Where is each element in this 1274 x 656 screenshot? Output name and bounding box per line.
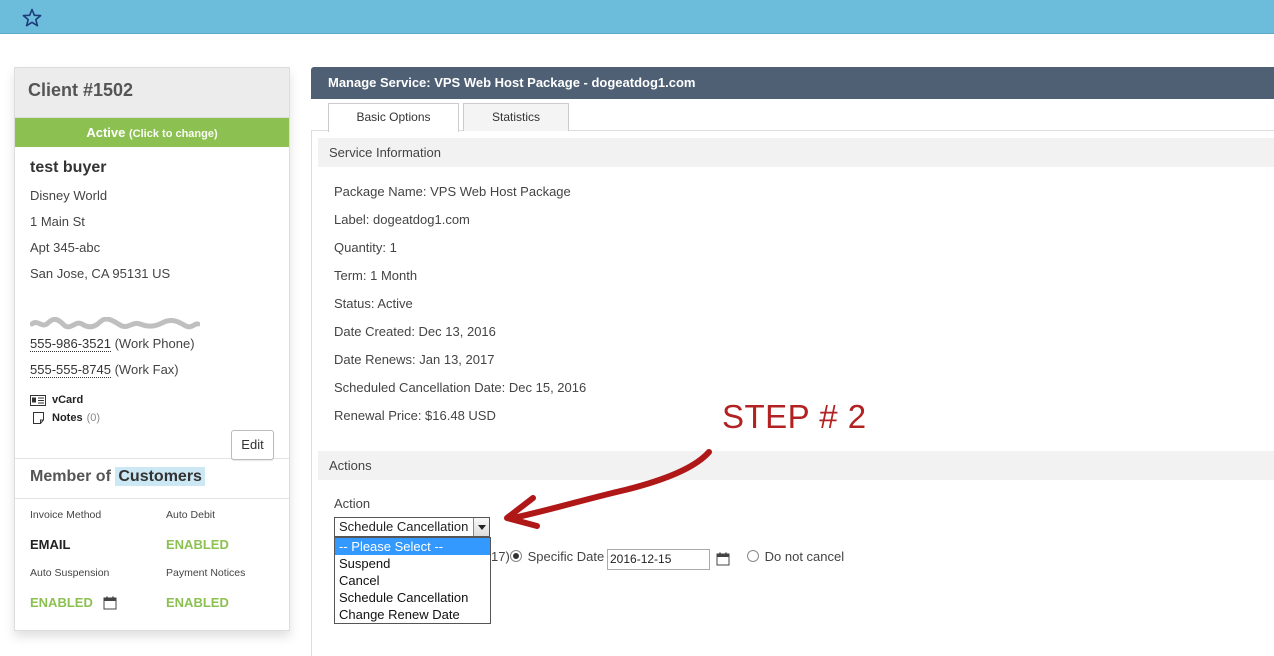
redacted-email <box>30 317 200 331</box>
action-selected-value: Schedule Cancellation <box>339 519 469 534</box>
client-status-toggle[interactable]: Active (Click to change) <box>15 118 289 147</box>
member-prefix: Member of <box>30 468 111 485</box>
action-label: Action <box>334 496 371 511</box>
billing-props: Invoice Method Auto Debit EMAIL ENABLED … <box>15 499 289 625</box>
client-links: vCard Notes (0) <box>30 391 274 427</box>
info-label: Label: dogeatdog1.com <box>334 212 470 227</box>
address-line: Apt 345-abc <box>30 240 101 255</box>
notes-link[interactable]: Notes (0) <box>30 409 274 427</box>
action-option[interactable]: Suspend <box>335 555 490 572</box>
action-option[interactable]: Change Renew Date <box>335 606 490 623</box>
address-line: 1 Main St <box>30 214 85 229</box>
auto-suspension-value[interactable]: ENABLED <box>30 595 93 610</box>
address-line: San Jose, CA 95131 US <box>30 266 171 281</box>
step-annotation: STEP # 2 <box>722 398 867 435</box>
phone-line: 555-555-8745 (Work Fax) <box>30 357 274 383</box>
specific-date-radio[interactable] <box>510 550 522 562</box>
panel-border <box>311 131 312 656</box>
manage-service-panel: Manage Service: VPS Web Host Package - d… <box>311 67 1274 656</box>
calendar-icon[interactable] <box>103 596 117 610</box>
notes-icon <box>33 412 44 424</box>
manage-service-title: Manage Service: VPS Web Host Package - d… <box>311 67 1274 99</box>
do-not-cancel-option[interactable]: Do not cancel <box>747 549 844 564</box>
client-contact: test buyer Disney World 1 Main St Apt 34… <box>15 147 289 460</box>
invoice-method-value[interactable]: EMAIL <box>30 525 166 567</box>
specific-date-option[interactable]: Specific Date <box>510 549 604 564</box>
info-scheduled-cancellation: Scheduled Cancellation Date: Dec 15, 201… <box>334 380 587 395</box>
info-package-name: Package Name: VPS Web Host Package <box>334 184 571 199</box>
do-not-cancel-radio[interactable] <box>747 550 759 562</box>
specific-date-label: Specific Date <box>527 549 605 564</box>
member-group[interactable]: Customers <box>115 467 205 486</box>
phone-type: (Work Phone) <box>114 336 195 351</box>
do-not-cancel-label: Do not cancel <box>764 549 845 564</box>
auto-suspension-row: ENABLED <box>30 583 166 625</box>
vcard-label: vCard <box>52 394 84 406</box>
member-of: Member of Customers <box>15 459 289 499</box>
calendar-icon[interactable] <box>716 552 730 566</box>
auto-suspension-label: Auto Suspension <box>30 567 110 579</box>
notes-label: Notes <box>52 412 83 424</box>
top-bar <box>0 0 1274 34</box>
info-renewal-price: Renewal Price: $16.48 USD <box>334 408 496 423</box>
info-quantity: Quantity: 1 <box>334 240 397 255</box>
phone-number[interactable]: 555-555-8745 <box>30 362 111 378</box>
vcard-icon <box>30 394 46 406</box>
action-dropdown: -- Please Select -- Suspend Cancel Sched… <box>334 537 491 624</box>
phone-number[interactable]: 555-986-3521 <box>30 336 111 352</box>
tab-statistics[interactable]: Statistics <box>463 103 569 131</box>
tab-bar: Basic Options Statistics <box>311 99 1274 132</box>
phone-type: (Work Fax) <box>114 362 179 377</box>
edit-button[interactable]: Edit <box>231 430 274 460</box>
notes-count: (0) <box>86 412 101 424</box>
payment-notices-label: Payment Notices <box>166 567 246 579</box>
invoice-method-label: Invoice Method <box>30 509 102 521</box>
client-status: Active <box>86 125 126 140</box>
actions-heading: Actions <box>318 451 1274 480</box>
client-name: test buyer <box>30 159 107 176</box>
service-info-heading: Service Information <box>318 138 1274 167</box>
vcard-link[interactable]: vCard <box>30 391 274 409</box>
info-date-renews: Date Renews: Jan 13, 2017 <box>334 352 495 367</box>
info-term: Term: 1 Month <box>334 268 418 283</box>
action-option[interactable]: Schedule Cancellation <box>335 589 490 606</box>
star-icon[interactable] <box>22 8 42 28</box>
action-select[interactable]: Schedule Cancellation <box>334 517 490 537</box>
tab-basic-options[interactable]: Basic Options <box>328 103 459 132</box>
auto-debit-label: Auto Debit <box>166 509 216 521</box>
client-status-hint: (Click to change) <box>129 128 218 140</box>
payment-notices-value[interactable]: ENABLED <box>166 583 286 625</box>
client-panel: Client #1502 Active (Click to change) te… <box>14 67 290 631</box>
info-status: Status: Active <box>334 296 413 311</box>
specific-date-input[interactable]: 2016-12-15 <box>607 549 710 570</box>
info-date-created: Date Created: Dec 13, 2016 <box>334 324 496 339</box>
action-option[interactable]: -- Please Select -- <box>335 538 490 555</box>
annotation-arrow-icon <box>504 449 712 529</box>
partial-date-text: 17) <box>491 549 510 564</box>
chevron-down-icon[interactable] <box>473 518 489 536</box>
auto-debit-value[interactable]: ENABLED <box>166 525 286 567</box>
action-option[interactable]: Cancel <box>335 572 490 589</box>
phone-line: 555-986-3521 (Work Phone) <box>30 331 274 357</box>
address-line: Disney World <box>30 188 108 203</box>
client-title: Client #1502 <box>15 68 289 118</box>
